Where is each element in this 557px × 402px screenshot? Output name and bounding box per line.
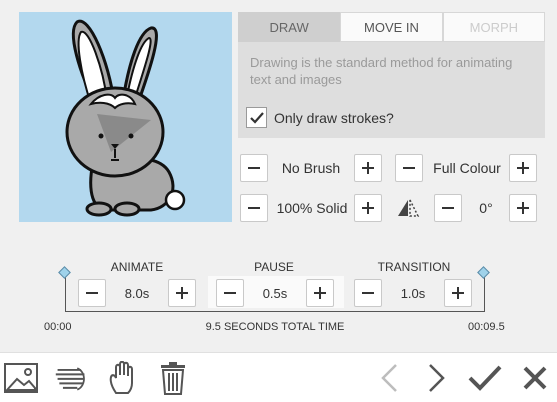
transition-minus-button[interactable]: [354, 279, 382, 307]
animate-minus-button[interactable]: [78, 279, 106, 307]
draw-info-panel: Drawing is the standard method for anima…: [238, 42, 545, 138]
bottom-toolbar: [0, 352, 557, 402]
pause-plus-button[interactable]: [306, 279, 334, 307]
check-icon[interactable]: [468, 361, 502, 395]
transition-label: TRANSITION: [377, 260, 451, 274]
plus-icon: [362, 202, 374, 214]
colour-value: Full Colour: [433, 160, 501, 176]
checkmark-icon: [249, 111, 264, 124]
plus-icon: [362, 162, 374, 174]
only-draw-strokes-checkbox[interactable]: [246, 107, 267, 128]
draw-description: Drawing is the standard method for anima…: [250, 55, 513, 87]
minus-icon: [403, 167, 415, 169]
plus-icon: [452, 287, 464, 299]
close-icon[interactable]: [518, 361, 552, 395]
start-time: 00:00: [44, 321, 72, 333]
solid-value: 100% Solid: [276, 200, 348, 216]
image-preview: [19, 12, 232, 222]
animate-label: ANIMATE: [110, 260, 164, 274]
brush-minus-button[interactable]: [240, 154, 268, 182]
tab-draw[interactable]: DRAW: [238, 12, 341, 42]
pause-value: 0.5s: [262, 286, 288, 301]
tab-morph[interactable]: MORPH: [442, 12, 545, 42]
colour-minus-button[interactable]: [395, 154, 423, 182]
tab-move-in[interactable]: MOVE IN: [340, 12, 443, 42]
transition-value: 1.0s: [400, 286, 426, 301]
image-icon[interactable]: [4, 361, 38, 395]
minus-icon: [248, 207, 260, 209]
solid-plus-button[interactable]: [354, 194, 382, 222]
solid-minus-button[interactable]: [240, 194, 268, 222]
angle-minus-button[interactable]: [434, 194, 462, 222]
plus-icon: [176, 287, 188, 299]
end-time: 00:09.5: [468, 321, 505, 333]
plus-icon: [517, 162, 529, 174]
pause-label: PAUSE: [254, 260, 294, 274]
back-arrow-icon[interactable]: [372, 361, 406, 395]
colour-plus-button[interactable]: [509, 154, 537, 182]
minus-icon: [86, 292, 98, 294]
angle-icon: [396, 198, 420, 223]
angle-plus-button[interactable]: [509, 194, 537, 222]
transition-plus-button[interactable]: [444, 279, 472, 307]
animation-mode-tabs: DRAW MOVE IN MORPH: [238, 12, 545, 42]
brush-value: No Brush: [281, 160, 341, 176]
minus-icon: [442, 207, 454, 209]
plus-icon: [314, 287, 326, 299]
minus-icon: [224, 292, 236, 294]
minus-icon: [248, 167, 260, 169]
animate-plus-button[interactable]: [168, 279, 196, 307]
text-lines-icon[interactable]: [54, 361, 88, 395]
trash-icon[interactable]: [156, 361, 190, 395]
total-time: 9.5 SECONDS TOTAL TIME: [205, 321, 345, 333]
angle-value: 0°: [479, 200, 493, 216]
pause-minus-button[interactable]: [216, 279, 244, 307]
animate-value: 8.0s: [124, 286, 150, 301]
bunny-drawing: [65, 19, 186, 217]
plus-icon: [517, 202, 529, 214]
only-draw-strokes-label: Only draw strokes?: [274, 110, 394, 126]
hand-icon[interactable]: [106, 361, 140, 395]
forward-arrow-icon[interactable]: [420, 361, 454, 395]
brush-plus-button[interactable]: [354, 154, 382, 182]
minus-icon: [362, 292, 374, 294]
